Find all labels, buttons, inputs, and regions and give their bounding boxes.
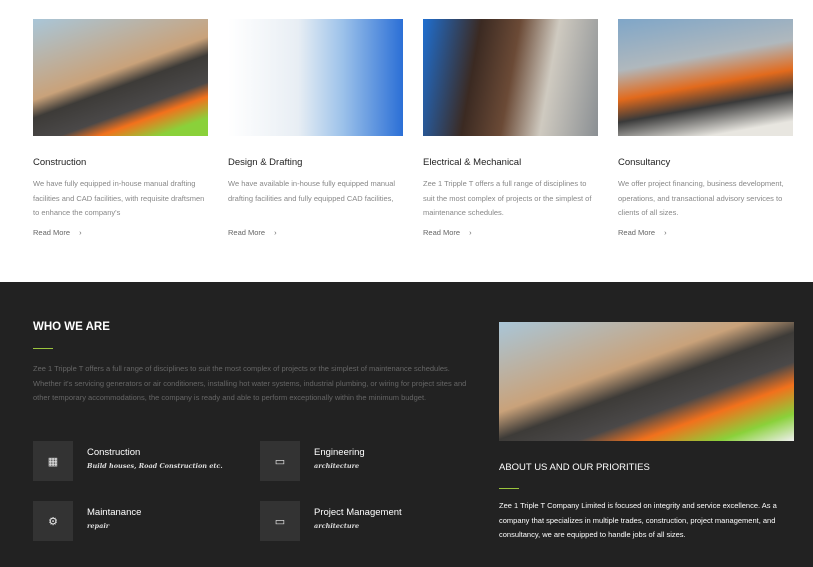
building-icon: ▦ (33, 441, 73, 481)
service-desc: Zee 1 Tripple T offers a full range of d… (423, 179, 592, 217)
read-more-link[interactable]: Read More › (618, 228, 793, 237)
feature-subtitle: Build houses, Road Construction etc. (87, 462, 223, 470)
service-title: Consultancy (618, 157, 671, 168)
chevron-right-icon: › (274, 228, 277, 237)
design-image (228, 19, 403, 136)
service-desc: We offer project financing, business dev… (618, 179, 784, 217)
service-card-electrical: Electrical & Mechanical Zee 1 Tripple T … (423, 19, 598, 237)
feature-title: Maintanance (87, 507, 142, 518)
feature-subtitle: architecture (314, 522, 360, 530)
read-more-link[interactable]: Read More › (423, 228, 598, 237)
feature-engineering: ▭ Engineering architecture (260, 441, 470, 481)
feature-project-management: ▭ Project Management architecture (260, 501, 470, 541)
chevron-right-icon: › (469, 228, 472, 237)
monitor-icon: ▭ (260, 501, 300, 541)
accent-divider (33, 348, 53, 349)
service-title: Construction (33, 157, 87, 168)
feature-title: Project Management (314, 507, 402, 518)
who-we-are-text: Zee 1 Tripple T offers a full range of d… (33, 364, 467, 403)
feature-subtitle: architecture (314, 462, 360, 470)
gears-icon: ⚙ (33, 501, 73, 541)
service-desc: We have available in-house fully equippe… (228, 179, 396, 203)
about-text: Zee 1 Triple T Company Limited is focuse… (499, 501, 777, 540)
read-more-link[interactable]: Read More › (33, 228, 208, 237)
service-desc: We have fully equipped in-house manual d… (33, 179, 205, 217)
feature-title: Construction (87, 447, 141, 458)
chevron-right-icon: › (79, 228, 82, 237)
feature-title: Engineering (314, 447, 365, 458)
electrical-image (423, 19, 598, 136)
feature-subtitle: repair (87, 522, 110, 530)
feature-construction: ▦ Construction Build houses, Road Constr… (33, 441, 243, 481)
accent-divider (499, 488, 519, 489)
service-card-design: Design & Drafting We have available in-h… (228, 19, 403, 237)
monitor-icon: ▭ (260, 441, 300, 481)
about-image (499, 322, 794, 441)
service-card-consultancy: Consultancy We offer project financing, … (618, 19, 793, 237)
read-more-link[interactable]: Read More › (228, 228, 403, 237)
consultancy-image (618, 19, 793, 136)
who-we-are-heading: WHO WE ARE (33, 321, 110, 333)
construction-image (33, 19, 208, 136)
service-title: Electrical & Mechanical (423, 157, 522, 168)
service-card-construction: Construction We have fully equipped in-h… (33, 19, 208, 237)
chevron-right-icon: › (664, 228, 667, 237)
feature-maintenance: ⚙ Maintanance repair (33, 501, 243, 541)
service-title: Design & Drafting (228, 157, 303, 168)
about-heading: ABOUT US AND OUR PRIORITIES (499, 462, 650, 473)
